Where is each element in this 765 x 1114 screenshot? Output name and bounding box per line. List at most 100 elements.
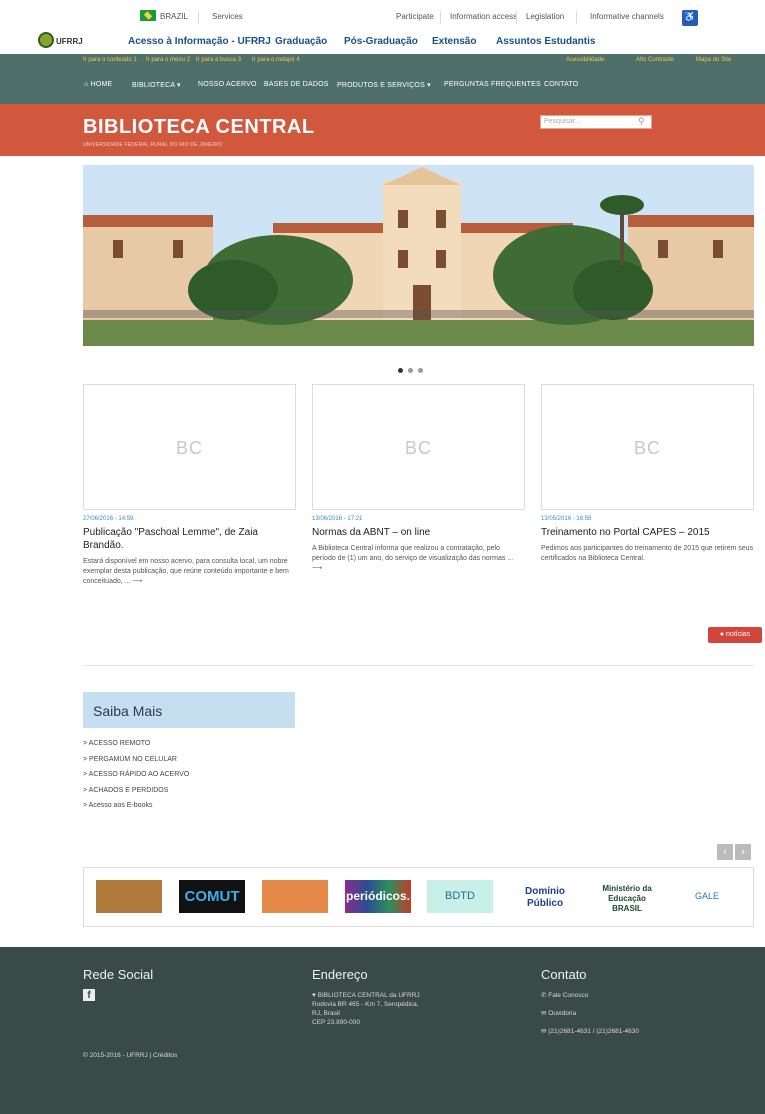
- site-subtitle: UNIVERSIDADE FEDERAL RURAL DO RIO DE JAN…: [83, 142, 223, 148]
- carousel-dot[interactable]: [418, 368, 423, 373]
- news-title[interactable]: Treinamento no Portal CAPES – 2015: [541, 526, 754, 539]
- brazil-flag-icon: [140, 10, 156, 21]
- skip-to-menu-link[interactable]: Ir para o menu 2: [146, 57, 190, 63]
- partner-logo-periodicos[interactable]: periódicos.: [345, 880, 411, 913]
- skip-to-footer-link[interactable]: Ir para o rodapé 4: [252, 57, 300, 63]
- univ-link-assuntos-estudantis[interactable]: Assuntos Estudantis: [496, 36, 595, 47]
- footer-contact-fale-conosco[interactable]: ✆ Fale Conosco: [541, 991, 588, 1000]
- partner-logo-mec[interactable]: Ministério da Educação BRASIL: [594, 880, 660, 913]
- news-date: 13/06/2016 - 17:21: [312, 516, 363, 522]
- facebook-icon[interactable]: f: [83, 989, 95, 1001]
- nav-produtos-servicos[interactable]: PRODUTOS E SERVIÇOS ▾: [337, 81, 431, 89]
- partners-carousel-controls: ‹ ›: [715, 842, 751, 860]
- ufrrj-logo-text: UFRRJ: [56, 37, 83, 46]
- news-date: 13/05/2016 - 16:58: [541, 516, 592, 522]
- accessibility-icon[interactable]: ♿: [682, 10, 698, 26]
- footer-contact-title: Contato: [541, 967, 587, 982]
- footer-address-line: RJ, Brasil: [312, 1010, 340, 1017]
- news-excerpt: Estará disponível em nosso acervo, para …: [83, 558, 289, 585]
- gov-legislation-link[interactable]: Legislation: [526, 12, 564, 21]
- saiba-mais-title: Saiba Mais: [93, 703, 163, 719]
- home-icon: ⌂: [84, 81, 91, 88]
- partner-logo-gale[interactable]: GALE: [674, 880, 740, 913]
- nav-biblioteca[interactable]: BIBLIOTECA ▾: [132, 81, 181, 89]
- nav-home-label: HOME: [90, 81, 113, 88]
- contact-label: (21)2681-4631 / (21)2681-4630: [548, 1028, 639, 1035]
- noticias-label: notícias: [726, 631, 751, 638]
- univ-link-acesso[interactable]: Acesso à Informação - UFRRJ: [128, 36, 271, 47]
- divider: [198, 11, 199, 24]
- footer-address-line: ♥ BIBLIOTECA CENTRAL da UFRRJ: [312, 992, 420, 999]
- search-icon[interactable]: ⚲: [638, 116, 645, 127]
- nav-nosso-acervo[interactable]: NOSSO ACERVO: [198, 81, 257, 88]
- carousel-dots: [398, 360, 428, 378]
- divider: [83, 665, 754, 666]
- nav-perguntas-frequentes[interactable]: PERGUNTAS FREQUENTES: [444, 81, 541, 88]
- link-achados-perdidos[interactable]: > ACHADOS E PERDIDOS: [83, 787, 189, 803]
- saiba-mais-links: > ACESSO REMOTO > PERGAMUM NO CELULAR > …: [83, 740, 189, 818]
- skip-to-content-link[interactable]: Ir para o conteúdo 1: [83, 57, 137, 63]
- gov-informative-channels-link[interactable]: Informative channels: [590, 12, 664, 21]
- partner-logo-tesouros[interactable]: [96, 880, 162, 913]
- univ-link-extensao[interactable]: Extensão: [432, 36, 476, 47]
- gov-participate-link[interactable]: Participate: [396, 12, 434, 21]
- gov-brazil-link[interactable]: BRAZIL: [160, 12, 188, 21]
- news-thumbnail[interactable]: BC: [541, 384, 754, 510]
- saiba-mais-header: Saiba Mais: [83, 692, 295, 728]
- news-title[interactable]: Publicação "Paschoal Lemme", de Zaia Bra…: [83, 526, 296, 552]
- hero-slide-image[interactable]: [83, 165, 754, 346]
- ufrrj-logo-icon[interactable]: [38, 32, 54, 48]
- chevron-left-icon[interactable]: ‹: [717, 844, 733, 860]
- contact-label: Fale Conosco: [548, 992, 589, 999]
- univ-link-graduacao[interactable]: Graduação: [275, 36, 327, 47]
- link-acesso-remoto[interactable]: > ACESSO REMOTO: [83, 740, 189, 756]
- contact-label: Ouvidoria: [548, 1010, 577, 1017]
- news-title[interactable]: Normas da ABNT – on line: [312, 526, 525, 539]
- site-footer: Rede Social f Endereço ♥ BIBLIOTECA CENT…: [0, 947, 765, 1114]
- footer-contact-phones: ✉ (21)2681-4631 / (21)2681-4630: [541, 1027, 639, 1036]
- site-header-banner: BIBLIOTECA CENTRAL UNIVERSIDADE FEDERAL …: [0, 104, 765, 156]
- link-pergamum-celular[interactable]: > PERGAMUM NO CELULAR: [83, 756, 189, 772]
- divider: [576, 11, 577, 24]
- nav-bases-de-dados[interactable]: BASES DE DADOS: [264, 81, 329, 88]
- gov-services-link[interactable]: Services: [212, 12, 243, 21]
- carousel-dot[interactable]: [408, 368, 413, 373]
- footer-copyright[interactable]: © 2015-2016 - UFRRJ | Créditos: [83, 1051, 177, 1060]
- footer-address-line: Rodovia BR 465 - Km 7, Seropédica,: [312, 1001, 419, 1008]
- gov-information-access-link[interactable]: Information access: [450, 12, 517, 21]
- partner-logo-bdtd[interactable]: BDTD: [427, 880, 493, 913]
- search-input[interactable]: Pesquisar...: [540, 115, 652, 129]
- main-nav: ⌂ HOME BIBLIOTECA ▾ NOSSO ACERVO BASES D…: [0, 68, 765, 104]
- university-bar: UFRRJ Acesso à Informação - UFRRJ Gradua…: [0, 30, 765, 52]
- univ-link-pos-graduacao[interactable]: Pós-Graduação: [344, 36, 418, 47]
- link-acesso-ebooks[interactable]: > Acesso aos E-books: [83, 802, 189, 818]
- partner-logo-comut[interactable]: COMUT: [179, 880, 245, 913]
- high-contrast-link[interactable]: Alto Contraste: [636, 57, 674, 63]
- gov-links-row: BRAZIL Services Participate Information …: [0, 8, 765, 28]
- news-thumbnail[interactable]: BC: [312, 384, 525, 510]
- link-acesso-rapido[interactable]: > ACESSO RÁPIDO AO ACERVO: [83, 771, 189, 787]
- divider: [516, 11, 517, 24]
- chevron-right-icon[interactable]: ›: [735, 844, 751, 860]
- news-thumbnail[interactable]: BC: [83, 384, 296, 510]
- site-map-link[interactable]: Mapa do Site: [696, 57, 731, 63]
- nav-contato[interactable]: CONTATO: [544, 81, 578, 88]
- noticias-button[interactable]: ● notícias: [708, 627, 762, 643]
- partner-logo-documentos[interactable]: [262, 880, 328, 913]
- news-excerpt: Pedimos aos participantes do treinamento…: [541, 545, 754, 562]
- partner-logo-dominio-publico[interactable]: Domínio Público: [512, 880, 578, 913]
- nav-home[interactable]: ⌂ HOME: [84, 81, 112, 88]
- carousel-dot[interactable]: [398, 368, 403, 373]
- accessibility-link[interactable]: Acessibilidade: [566, 57, 604, 63]
- site-title[interactable]: BIBLIOTECA CENTRAL: [83, 116, 315, 139]
- skip-to-search-link[interactable]: Ir para a busca 3: [196, 57, 241, 63]
- accessibility-bar: Ir para o conteúdo 1 Ir para o menu 2 Ir…: [0, 54, 765, 68]
- building-photo: [83, 165, 754, 346]
- news-date: 27/06/2016 - 14:59: [83, 516, 134, 522]
- partners-carousel: COMUT periódicos. BDTD Domínio Público M…: [83, 867, 754, 927]
- footer-address-line: CEP 23.890-000: [312, 1019, 360, 1026]
- divider: [440, 11, 441, 24]
- news-card: BC 27/06/2016 - 14:59 Publicação "Pascho…: [83, 384, 296, 587]
- footer-social-title: Rede Social: [83, 967, 154, 982]
- footer-contact-ouvidoria[interactable]: ✉ Ouvidoria: [541, 1009, 576, 1018]
